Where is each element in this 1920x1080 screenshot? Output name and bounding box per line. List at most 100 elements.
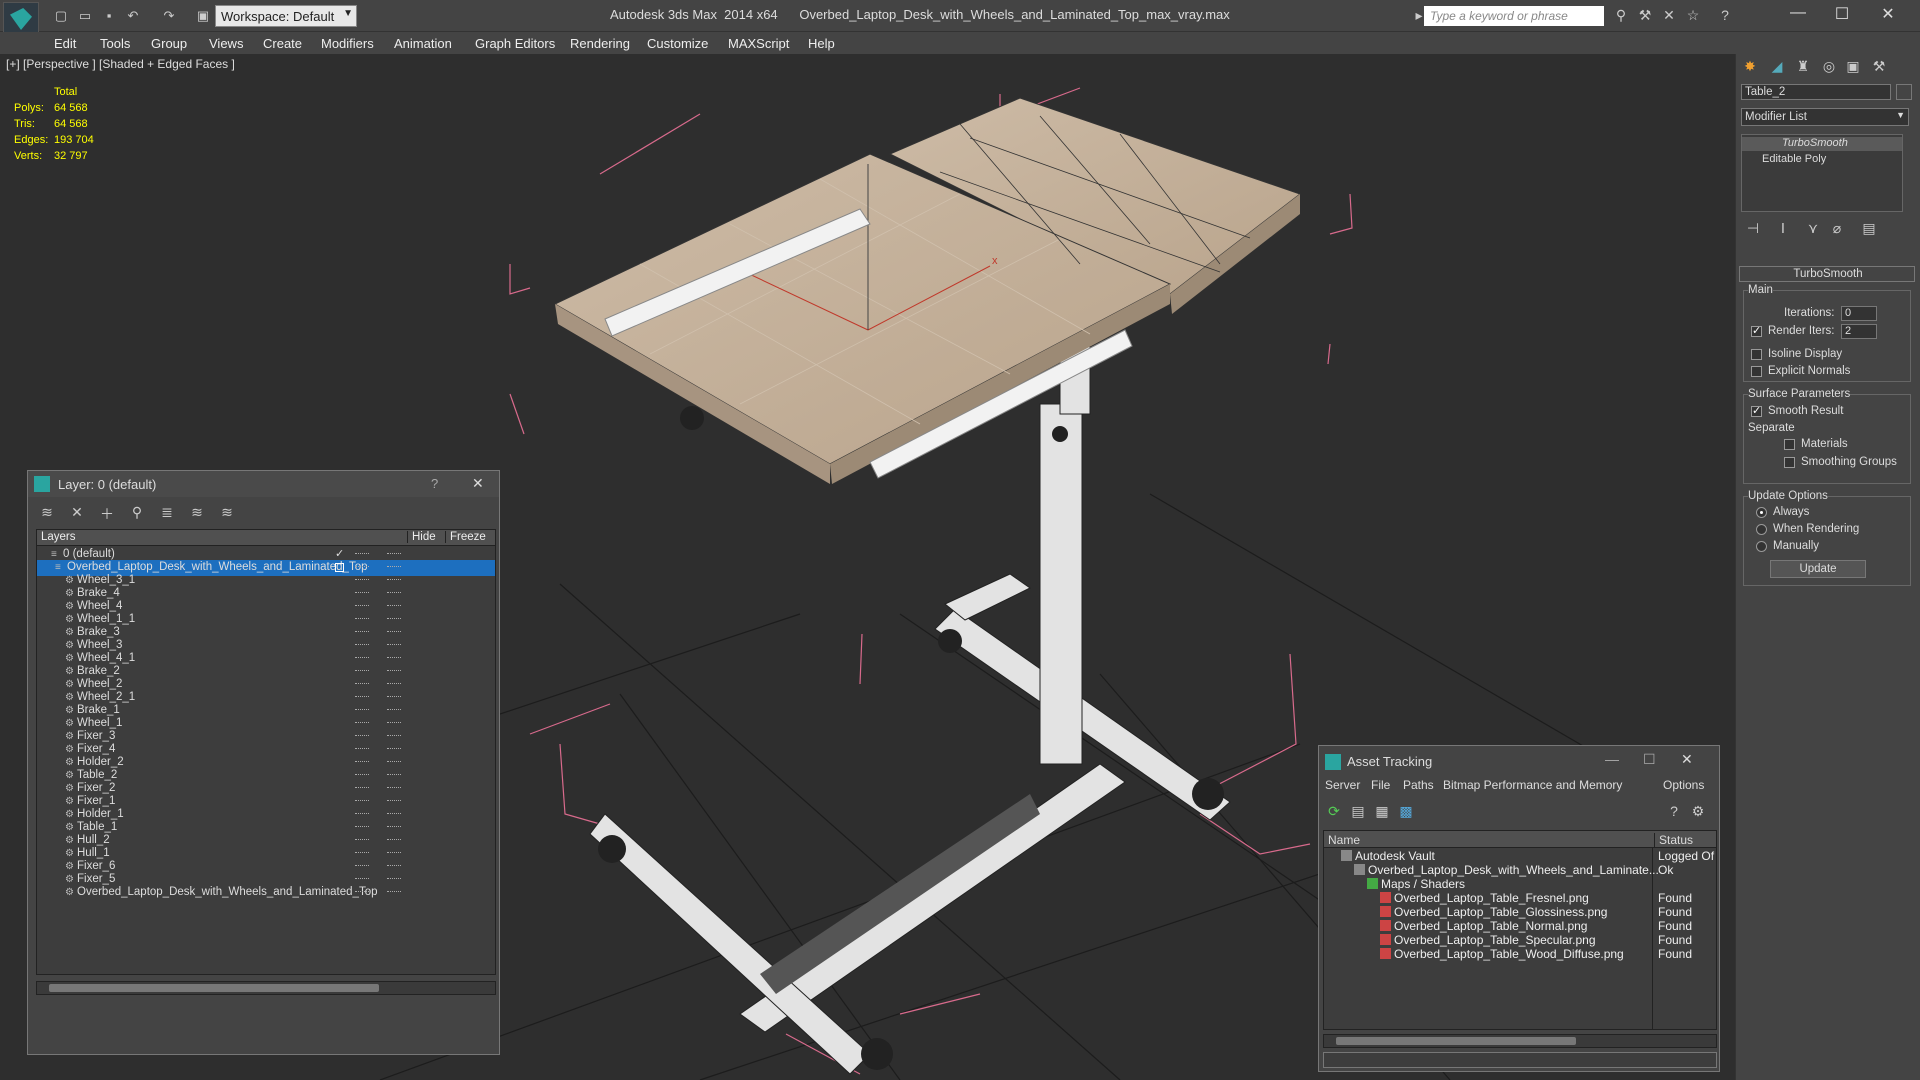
maximize-icon[interactable]: ☐: [1643, 751, 1656, 768]
add-to-layer-icon[interactable]: ＋: [98, 504, 116, 522]
hide-toggle[interactable]: [355, 813, 369, 815]
current-layer-check-icon[interactable]: ✓: [335, 547, 344, 560]
asset-menu-options[interactable]: Options: [1663, 778, 1704, 792]
menu-edit[interactable]: Edit: [54, 36, 76, 51]
minimize-icon[interactable]: —: [1605, 751, 1619, 767]
freeze-toggle[interactable]: [387, 852, 401, 854]
smoothing-groups-checkbox[interactable]: [1784, 457, 1795, 468]
freeze-toggle[interactable]: [387, 774, 401, 776]
subscription-icon[interactable]: ⚒: [1636, 7, 1654, 25]
motion-tab-icon[interactable]: ◎: [1820, 58, 1838, 76]
delete-layer-icon[interactable]: ✕: [68, 504, 86, 522]
hide-toggle[interactable]: [355, 787, 369, 789]
menu-tools[interactable]: Tools: [100, 36, 130, 51]
hide-toggle[interactable]: [355, 605, 369, 607]
hierarchy-tab-icon[interactable]: ♜: [1794, 58, 1812, 76]
layer-list-scrollbar[interactable]: [36, 981, 496, 995]
freeze-toggle[interactable]: [387, 709, 401, 711]
communication-icon[interactable]: ✕: [1660, 7, 1678, 25]
freeze-toggle[interactable]: [387, 553, 401, 555]
project-folder-icon[interactable]: ▣: [194, 8, 212, 24]
select-objects-icon[interactable]: ⚲: [128, 504, 146, 522]
list-view-icon[interactable]: ▤: [1349, 803, 1367, 821]
remove-modifier-icon[interactable]: ⌀: [1828, 220, 1846, 238]
freeze-toggle[interactable]: [387, 787, 401, 789]
menu-graph-editors[interactable]: Graph Editors: [475, 36, 555, 51]
isoline-display-checkbox[interactable]: [1751, 349, 1762, 360]
hide-toggle[interactable]: [355, 852, 369, 854]
manually-radio[interactable]: [1756, 541, 1767, 552]
favorites-star-icon[interactable]: ☆: [1684, 7, 1702, 25]
redo-icon[interactable]: ↷: [160, 8, 178, 24]
hide-toggle[interactable]: [355, 670, 369, 672]
hide-all-icon[interactable]: ≋: [188, 504, 206, 522]
show-end-result-icon[interactable]: Ⅰ: [1774, 220, 1792, 238]
menu-customize[interactable]: Customize: [647, 36, 708, 51]
hide-toggle[interactable]: [355, 696, 369, 698]
freeze-toggle[interactable]: [387, 722, 401, 724]
hide-toggle[interactable]: [355, 839, 369, 841]
freeze-toggle[interactable]: [387, 891, 401, 893]
viewport-label[interactable]: [+] [Perspective ] [Shaded + Edged Faces…: [6, 57, 235, 71]
hide-toggle[interactable]: [355, 631, 369, 633]
menu-views[interactable]: Views: [209, 36, 243, 51]
vault-help-icon[interactable]: ?: [1665, 803, 1683, 821]
column-freeze[interactable]: Freeze: [445, 531, 486, 543]
materials-checkbox[interactable]: [1784, 439, 1795, 450]
column-layers[interactable]: Layers: [41, 531, 76, 543]
freeze-toggle[interactable]: [387, 592, 401, 594]
freeze-toggle[interactable]: [387, 748, 401, 750]
new-layer-icon[interactable]: ≋: [38, 504, 56, 522]
hide-toggle[interactable]: [355, 865, 369, 867]
table-view-icon[interactable]: ▩: [1397, 803, 1415, 821]
when-rendering-radio[interactable]: [1756, 524, 1767, 535]
binoculars-icon[interactable]: ⚲: [1612, 7, 1630, 25]
freeze-toggle[interactable]: [387, 696, 401, 698]
column-status[interactable]: Status: [1654, 833, 1716, 847]
open-file-icon[interactable]: ▭: [76, 8, 94, 24]
help-icon[interactable]: ?: [1716, 7, 1734, 25]
modifier-list-dropdown[interactable]: Modifier List ▼: [1741, 108, 1909, 126]
freeze-toggle[interactable]: [387, 813, 401, 815]
menu-create[interactable]: Create: [263, 36, 302, 51]
always-radio[interactable]: [1756, 507, 1767, 518]
make-unique-icon[interactable]: ⋎: [1804, 220, 1822, 238]
undo-icon[interactable]: ↶: [124, 8, 142, 24]
tree-view-icon[interactable]: ▦: [1373, 803, 1391, 821]
freeze-toggle[interactable]: [387, 657, 401, 659]
hide-toggle[interactable]: [355, 592, 369, 594]
hide-toggle[interactable]: [355, 800, 369, 802]
update-button[interactable]: Update: [1770, 560, 1866, 578]
hide-toggle[interactable]: [355, 735, 369, 737]
configure-sets-icon[interactable]: ▤: [1860, 220, 1878, 238]
freeze-toggle[interactable]: [387, 839, 401, 841]
display-tab-icon[interactable]: ▣: [1844, 58, 1862, 76]
refresh-icon[interactable]: ⟳: [1325, 803, 1343, 821]
object-name-field[interactable]: Table_2: [1741, 84, 1891, 100]
freeze-toggle[interactable]: [387, 865, 401, 867]
close-icon[interactable]: ✕: [472, 475, 484, 492]
freeze-toggle[interactable]: [387, 800, 401, 802]
asset-path-field[interactable]: [1323, 1052, 1717, 1068]
hide-toggle[interactable]: [355, 657, 369, 659]
asset-menu-bitmap-performance[interactable]: Bitmap Performance and Memory: [1443, 778, 1622, 792]
asset-list-scrollbar[interactable]: [1323, 1034, 1717, 1048]
freeze-toggle[interactable]: [387, 579, 401, 581]
freeze-toggle[interactable]: [387, 618, 401, 620]
freeze-toggle[interactable]: [387, 878, 401, 880]
hide-toggle[interactable]: [355, 761, 369, 763]
current-layer-toggle[interactable]: [335, 563, 344, 572]
asset-menu-file[interactable]: File: [1371, 778, 1390, 792]
hide-toggle[interactable]: [355, 553, 369, 555]
layer-object-row[interactable]: ⚙ Overbed_Laptop_Desk_with_Wheels_and_Lam…: [37, 885, 495, 901]
menu-help[interactable]: Help: [808, 36, 835, 51]
smooth-result-checkbox[interactable]: [1751, 404, 1762, 417]
freeze-toggle[interactable]: [387, 644, 401, 646]
modify-tab-icon[interactable]: ◢: [1768, 58, 1786, 76]
close-icon[interactable]: ✕: [1681, 751, 1693, 768]
minimize-icon[interactable]: —: [1778, 4, 1818, 26]
hide-toggle[interactable]: [355, 774, 369, 776]
hide-toggle[interactable]: [355, 566, 369, 568]
maximize-icon[interactable]: ☐: [1822, 4, 1862, 26]
freeze-toggle[interactable]: [387, 631, 401, 633]
